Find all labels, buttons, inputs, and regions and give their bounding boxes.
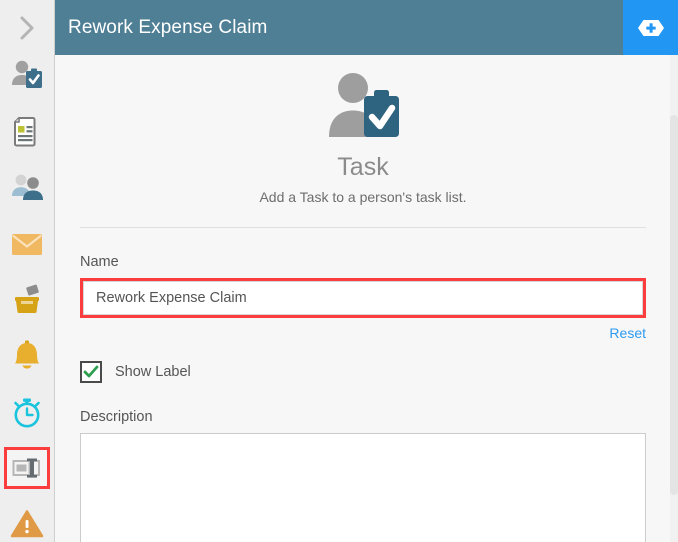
hexagon-plus-icon (637, 19, 664, 36)
sidebar-item-input-field[interactable] (4, 447, 50, 489)
task-form: Name Reset Show Label Description (56, 254, 670, 542)
main-content: Task Add a Task to a person's task list.… (56, 55, 670, 542)
inbox-archive-icon (15, 284, 39, 314)
page-header: Rework Expense Claim (55, 0, 678, 55)
checkmark-icon (83, 365, 99, 378)
sidebar-item-people[interactable] (4, 167, 50, 209)
sidebar-item-warning[interactable] (4, 503, 50, 542)
main-scrollbar-track[interactable] (670, 55, 678, 542)
sidebar-item-list (0, 55, 54, 542)
sidebar-item-task[interactable] (4, 55, 50, 97)
show-label-row: Show Label (80, 361, 646, 383)
section-divider (80, 227, 646, 228)
hero-title: Task (337, 153, 389, 181)
show-label-text: Show Label (115, 364, 191, 380)
name-input[interactable] (83, 281, 643, 315)
sidebar-expand-toggle[interactable] (0, 0, 54, 55)
add-button[interactable] (623, 0, 678, 55)
stopwatch-timer-icon (14, 398, 40, 428)
document-form-icon (14, 117, 36, 147)
sidebar-item-timer[interactable] (4, 391, 50, 433)
reset-link[interactable]: Reset (609, 325, 646, 341)
envelope-mail-icon (12, 234, 42, 255)
chevron-right-icon (20, 16, 34, 39)
description-textarea[interactable] (80, 433, 646, 542)
name-field-highlight (80, 278, 646, 318)
sidebar-item-mail[interactable] (4, 223, 50, 265)
name-label: Name (80, 254, 119, 270)
person-task-icon (12, 60, 42, 88)
reset-row: Reset (80, 325, 646, 343)
hero-section: Task Add a Task to a person's task list. (56, 55, 670, 205)
bell-notification-icon (15, 340, 39, 369)
app-root: Rework Expense Claim Task Add a Task to … (0, 0, 678, 542)
main-scrollbar-thumb[interactable] (670, 115, 678, 495)
page-title: Rework Expense Claim (68, 16, 268, 38)
sidebar-item-notification[interactable] (4, 335, 50, 377)
sidebar-item-form[interactable] (4, 111, 50, 153)
hero-subtitle: Add a Task to a person's task list. (259, 189, 467, 205)
warning-triangle-icon (10, 510, 44, 538)
sidebar (0, 0, 55, 542)
people-group-icon (12, 174, 43, 200)
description-label: Description (80, 409, 153, 425)
show-label-checkbox[interactable] (80, 361, 102, 383)
person-clipboard-check-icon (329, 73, 399, 137)
text-input-field-icon (12, 458, 40, 478)
sidebar-item-archive[interactable] (4, 279, 50, 321)
